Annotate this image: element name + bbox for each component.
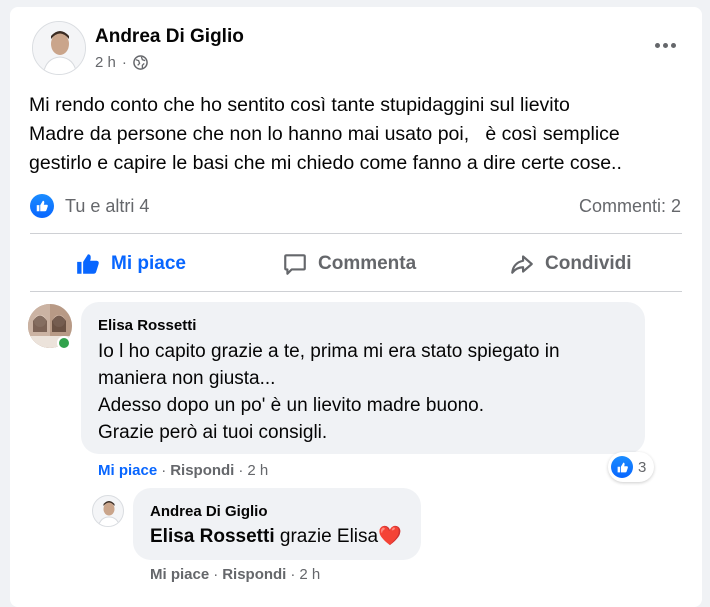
- divider: [30, 291, 682, 292]
- post-time[interactable]: 2 h: [95, 54, 116, 71]
- post-author-name[interactable]: Andrea Di Giglio: [95, 26, 244, 48]
- post-meta: 2 h ·: [95, 54, 148, 71]
- like-button[interactable]: Mi piace: [75, 245, 186, 283]
- comment-reply-button[interactable]: Rispondi: [170, 462, 234, 479]
- more-options-button[interactable]: [650, 33, 680, 57]
- reply-text: Elisa Rossetti grazie Elisa❤️: [150, 526, 402, 547]
- dot-icon: [654, 42, 660, 48]
- like-button-label: Mi piace: [111, 253, 186, 274]
- thumbs-up-icon: [77, 254, 99, 274]
- comment-author[interactable]: Elisa Rossetti: [98, 317, 196, 334]
- reply-like-button[interactable]: Mi piace: [150, 566, 209, 583]
- divider: [30, 233, 682, 234]
- reply-time[interactable]: 2 h: [299, 566, 320, 583]
- like-reaction-icon[interactable]: [30, 194, 54, 218]
- globe-icon: [133, 55, 148, 70]
- comments-count[interactable]: Commenti: 2: [579, 196, 681, 217]
- comment-reactions[interactable]: 3: [608, 452, 655, 482]
- post-card: Andrea Di Giglio 2 h · Mi rendo conto ch…: [10, 7, 702, 607]
- reply-author[interactable]: Andrea Di Giglio: [150, 503, 268, 520]
- reaction-count: 3: [638, 458, 647, 476]
- dot-icon: [670, 42, 676, 48]
- reactions-summary[interactable]: Tu e altri 4: [65, 196, 149, 217]
- heart-icon: ❤️: [378, 526, 402, 547]
- comment-text: Io l ho capito grazie a te, prima mi era…: [98, 341, 560, 443]
- mention-tag[interactable]: Elisa Rossetti: [150, 526, 275, 547]
- comment-button[interactable]: Commenta: [282, 245, 416, 283]
- author-avatar[interactable]: [32, 21, 86, 75]
- comment-icon: [284, 254, 306, 275]
- post-text: Mi rendo conto che ho sentito così tante…: [29, 94, 622, 174]
- dot-icon: [662, 42, 668, 48]
- comment-actions: Mi piace · Rispondi · 2 h: [98, 462, 269, 479]
- share-button-label: Condividi: [545, 253, 632, 274]
- reply-author-avatar[interactable]: [92, 495, 124, 527]
- online-status-indicator: [57, 336, 71, 350]
- reply-actions: Mi piace · Rispondi · 2 h: [150, 566, 321, 583]
- comment-time[interactable]: 2 h: [247, 462, 268, 479]
- comment-button-label: Commenta: [318, 253, 417, 274]
- share-icon: [511, 255, 533, 274]
- comment-like-button[interactable]: Mi piace: [98, 462, 157, 479]
- like-reaction-icon: [611, 456, 633, 478]
- share-button[interactable]: Condividi: [509, 245, 632, 283]
- reply-reply-button[interactable]: Rispondi: [222, 566, 286, 583]
